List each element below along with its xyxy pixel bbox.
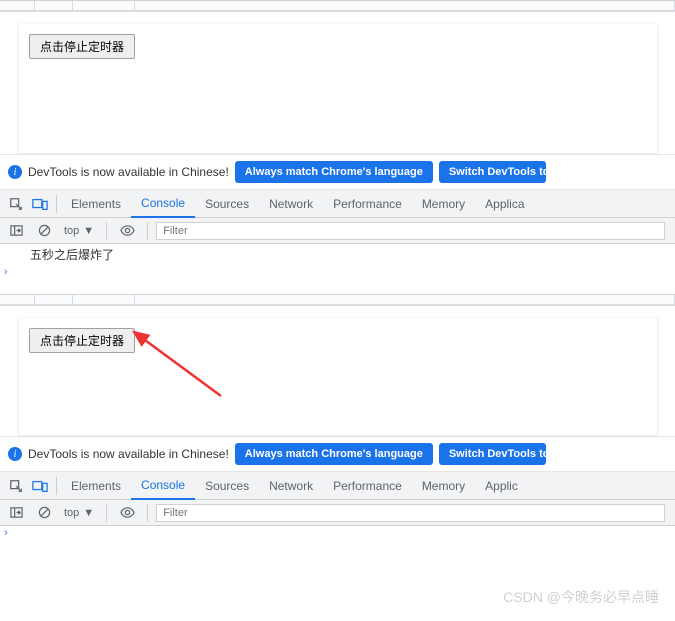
- tab-network[interactable]: Network: [259, 472, 323, 500]
- info-icon: i: [8, 165, 22, 179]
- match-language-button[interactable]: Always match Chrome's language: [235, 443, 433, 465]
- context-label: top: [64, 507, 79, 519]
- filter-input[interactable]: [156, 504, 665, 522]
- devtools-info-bar: i DevTools is now available in Chinese! …: [0, 154, 675, 190]
- sidebar-toggle-icon[interactable]: [4, 219, 28, 243]
- info-text: DevTools is now available in Chinese!: [28, 447, 229, 461]
- tab-elements[interactable]: Elements: [61, 472, 131, 500]
- tab-network[interactable]: Network: [259, 190, 323, 218]
- device-toggle-icon[interactable]: [28, 474, 52, 498]
- switch-language-button[interactable]: Switch DevTools to C: [439, 443, 546, 465]
- watermark: CSDN @今晚务必早点睡: [503, 587, 659, 607]
- console-output: 五秒之后爆炸了 ›: [0, 244, 675, 282]
- console-toolbar: top ▼: [0, 218, 675, 244]
- inspect-icon[interactable]: [4, 474, 28, 498]
- tab-memory[interactable]: Memory: [412, 472, 475, 500]
- panel-2: 点击停止定时器 i DevTools is now available in C…: [0, 294, 675, 546]
- info-text: DevTools is now available in Chinese!: [28, 165, 229, 179]
- devtools-tabs: Elements Console Sources Network Perform…: [0, 190, 675, 218]
- console-toolbar: top ▼: [0, 500, 675, 526]
- filter-input[interactable]: [156, 222, 665, 240]
- clear-console-icon[interactable]: [32, 219, 56, 243]
- devtools-info-bar: i DevTools is now available in Chinese! …: [0, 436, 675, 472]
- devtools-tabs: Elements Console Sources Network Perform…: [0, 472, 675, 500]
- stop-timer-button[interactable]: 点击停止定时器: [29, 34, 135, 59]
- tab-memory[interactable]: Memory: [412, 190, 475, 218]
- info-icon: i: [8, 447, 22, 461]
- chevron-down-icon: ▼: [83, 225, 94, 237]
- console-output: ›: [0, 526, 675, 546]
- bookmark-bar: [0, 0, 675, 12]
- switch-language-button[interactable]: Switch DevTools to Ch: [439, 161, 546, 183]
- page-content: 点击停止定时器: [0, 12, 675, 154]
- tab-console[interactable]: Console: [131, 472, 195, 500]
- log-message: 五秒之后爆炸了: [0, 244, 675, 265]
- eye-icon[interactable]: [115, 501, 139, 525]
- panel-1: 点击停止定时器 i DevTools is now available in C…: [0, 0, 675, 282]
- tab-performance[interactable]: Performance: [323, 190, 412, 218]
- sidebar-toggle-icon[interactable]: [4, 501, 28, 525]
- tab-sources[interactable]: Sources: [195, 472, 259, 500]
- page-content: 点击停止定时器: [0, 306, 675, 436]
- match-language-button[interactable]: Always match Chrome's language: [235, 161, 433, 183]
- tab-console[interactable]: Console: [131, 190, 195, 218]
- chevron-down-icon: ▼: [83, 507, 94, 519]
- bookmark-bar: [0, 294, 675, 306]
- tab-application[interactable]: Applica: [475, 190, 534, 218]
- stop-timer-button[interactable]: 点击停止定时器: [29, 328, 135, 353]
- console-prompt[interactable]: ›: [0, 265, 675, 282]
- context-selector[interactable]: top ▼: [60, 225, 98, 237]
- device-toggle-icon[interactable]: [28, 192, 52, 216]
- tab-sources[interactable]: Sources: [195, 190, 259, 218]
- eye-icon[interactable]: [115, 219, 139, 243]
- clear-console-icon[interactable]: [32, 501, 56, 525]
- tab-application[interactable]: Applic: [475, 472, 528, 500]
- tab-elements[interactable]: Elements: [61, 190, 131, 218]
- context-selector[interactable]: top ▼: [60, 507, 98, 519]
- context-label: top: [64, 225, 79, 237]
- inspect-icon[interactable]: [4, 192, 28, 216]
- tab-performance[interactable]: Performance: [323, 472, 412, 500]
- console-prompt[interactable]: ›: [0, 526, 675, 543]
